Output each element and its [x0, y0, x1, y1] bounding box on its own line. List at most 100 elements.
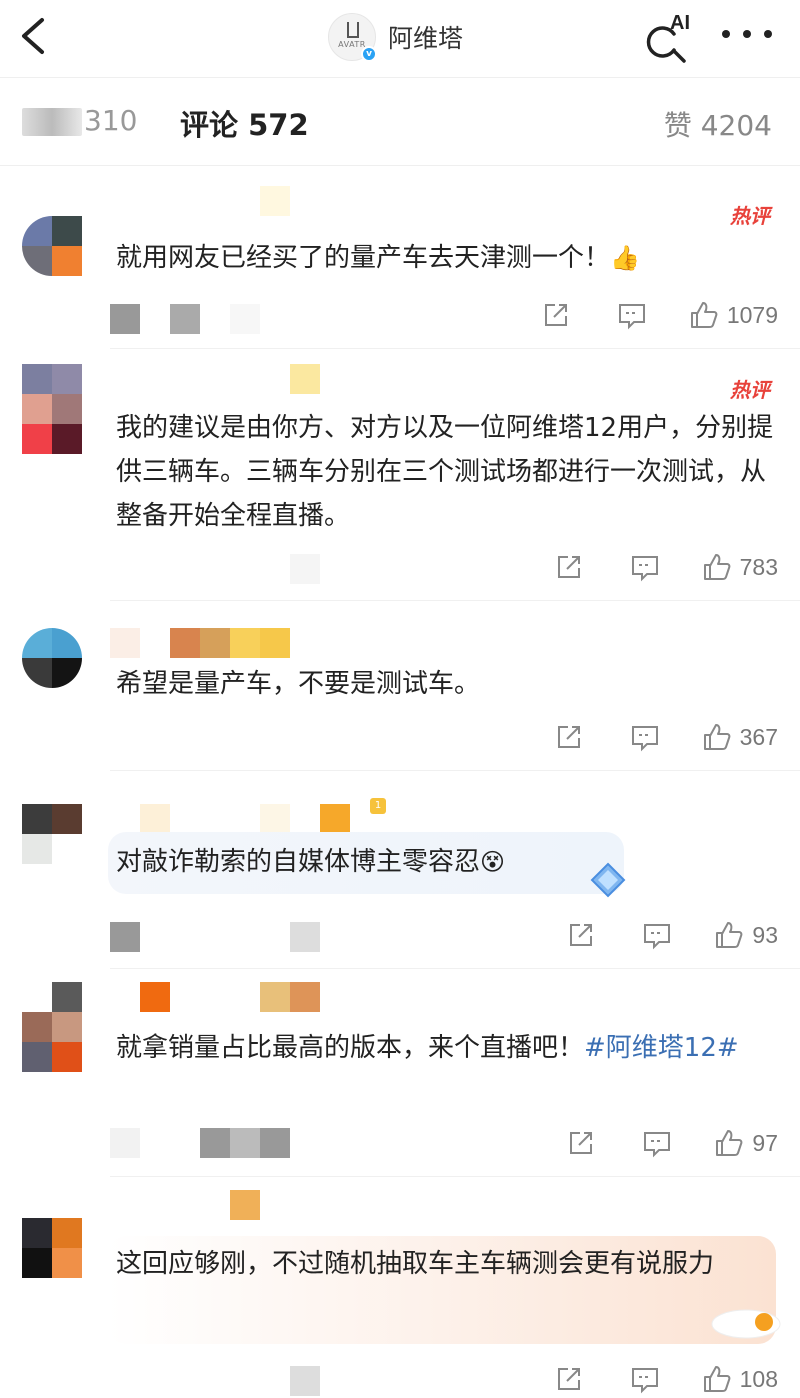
like-button[interactable]: 783: [702, 552, 778, 582]
tab-likes[interactable]: 赞 4204: [664, 104, 772, 144]
comment-text: 对敲诈勒索的自媒体博主零容忍😵: [116, 840, 782, 884]
user-avatar[interactable]: [22, 804, 82, 864]
account-avatar[interactable]: AVATR v: [328, 13, 377, 62]
comment-actions: 367: [554, 720, 778, 754]
thumbs-up-icon: [703, 724, 731, 750]
like-count: 97: [752, 1129, 778, 1156]
share-button[interactable]: [566, 920, 596, 950]
comment-icon: [631, 726, 658, 752]
account-name[interactable]: 阿维塔: [388, 19, 463, 55]
more-options-icon[interactable]: [722, 22, 772, 46]
tab-reposts[interactable]: 310: [22, 104, 137, 137]
user-avatar[interactable]: [22, 216, 82, 276]
comment-icon: [644, 1132, 671, 1158]
diamond-decoration-icon: [590, 862, 626, 898]
share-button[interactable]: [554, 552, 584, 582]
egg-decoration-icon: [711, 1309, 781, 1339]
repost-count: 310: [84, 104, 138, 137]
tab-comments[interactable]: 评论 572: [180, 102, 309, 144]
divider: [110, 600, 800, 601]
like-button[interactable]: 108: [702, 1364, 778, 1394]
reply-button[interactable]: [630, 1364, 660, 1394]
brand-logo-icon: [347, 22, 359, 38]
like-button[interactable]: 367: [702, 722, 778, 752]
divider: [110, 770, 800, 771]
like-button[interactable]: 97: [714, 1128, 778, 1158]
comment-text: 希望是量产车，不要是测试车。: [116, 669, 481, 699]
username-blurred[interactable]: [110, 364, 320, 394]
reply-button[interactable]: [630, 552, 660, 582]
share-button[interactable]: [566, 1128, 596, 1158]
share-button[interactable]: [554, 1364, 584, 1394]
share-icon: [570, 924, 593, 946]
ai-search-button[interactable]: AI: [644, 12, 694, 63]
comment-meta-blurred: [110, 1366, 320, 1396]
share-icon: [557, 556, 580, 578]
blurred-label: [22, 108, 82, 136]
dizzy-face-emoji-icon: 😵: [480, 848, 506, 876]
topic-hashtag-link[interactable]: #阿维塔12#: [584, 1033, 739, 1063]
like-button[interactable]: 93: [714, 920, 778, 950]
username-blurred[interactable]: [110, 186, 290, 216]
share-icon: [557, 1368, 580, 1390]
divider: [110, 968, 800, 969]
user-avatar[interactable]: [22, 364, 82, 454]
user-avatar[interactable]: [22, 982, 82, 1072]
account-header[interactable]: AVATR v 阿维塔: [328, 12, 463, 62]
thumbs-up-icon: [716, 1130, 743, 1156]
like-count: 367: [739, 723, 778, 750]
reply-button[interactable]: [630, 722, 660, 752]
back-button[interactable]: [14, 14, 54, 58]
comment-meta-blurred: [110, 1128, 290, 1158]
ai-label: AI: [670, 12, 690, 34]
like-count: 1079: [726, 301, 778, 328]
top-bar: AVATR v 阿维塔 AI: [0, 0, 800, 78]
comment-text: 就用网友已经买了的量产车去天津测一个！👍: [116, 236, 782, 280]
comment-meta-blurred: [110, 922, 320, 952]
hot-comment-badge: 热评: [730, 378, 770, 402]
reply-button[interactable]: [642, 1128, 672, 1158]
comment-icon: [631, 556, 658, 582]
like-count: 93: [752, 921, 778, 948]
comment-actions: 93: [566, 918, 778, 952]
share-button[interactable]: [554, 722, 584, 752]
username-blurred[interactable]: [110, 982, 320, 1012]
comment-actions: 97: [566, 1126, 778, 1160]
verified-badge-icon: v: [361, 46, 377, 62]
back-arrow-icon: [22, 18, 44, 54]
reply-button[interactable]: [617, 300, 647, 330]
user-avatar[interactable]: [22, 1218, 82, 1278]
username-blurred[interactable]: [110, 804, 350, 834]
comment-actions: 783: [554, 550, 778, 584]
like-button[interactable]: 1079: [689, 300, 778, 330]
thumbs-up-icon: [703, 1366, 731, 1392]
share-icon: [557, 726, 580, 748]
stats-tabs: 310 评论 572 赞 4204: [0, 80, 800, 166]
user-avatar[interactable]: [22, 628, 82, 688]
comment-icon: [618, 304, 645, 330]
thumbs-up-emoji-icon: 👍: [610, 244, 640, 272]
comment-text: 就拿销量占比最高的版本，来个直播吧！#阿维塔12#: [116, 1033, 739, 1063]
comment-text: 这回应够刚，不过随机抽取车主车辆测会更有说服力: [116, 1249, 715, 1279]
comment-icon: [644, 924, 671, 950]
divider: [110, 1176, 800, 1177]
comment-icon: [631, 1368, 658, 1394]
username-blurred[interactable]: [110, 1190, 260, 1220]
comment-actions: 1079: [541, 298, 778, 332]
username-blurred[interactable]: [110, 628, 290, 658]
comment-actions: 108: [554, 1362, 778, 1396]
reply-button[interactable]: [642, 920, 672, 950]
hot-comment-badge: 热评: [730, 204, 770, 228]
brand-logo-text: AVATR: [338, 39, 366, 49]
share-icon: [570, 1132, 593, 1154]
comment-text: 我的建议是由你方、对方以及一位阿维塔12用户，分别提供三辆车。三辆车分别在三个测…: [116, 413, 774, 531]
comment-meta-blurred: [110, 304, 260, 334]
divider: [110, 348, 800, 349]
thumbs-up-icon: [716, 922, 743, 948]
thumbs-up-icon: [703, 554, 731, 580]
like-count: 783: [739, 553, 778, 580]
thumbs-up-icon: [690, 302, 718, 328]
share-button[interactable]: [541, 300, 571, 330]
share-icon: [544, 304, 567, 326]
comment-meta-blurred: [110, 554, 320, 584]
